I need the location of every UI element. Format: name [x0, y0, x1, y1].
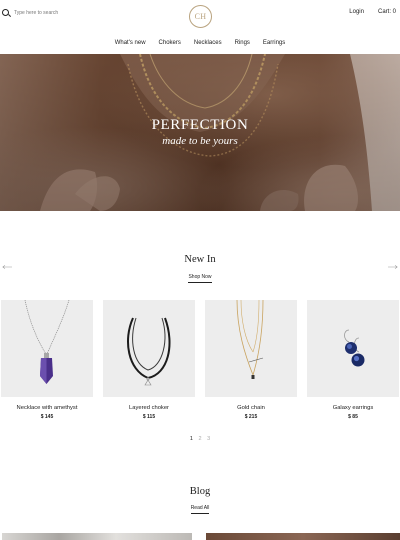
- login-link[interactable]: Login: [349, 9, 364, 15]
- nav-item-necklaces[interactable]: Necklaces: [194, 40, 222, 48]
- product-card[interactable]: Gold chain $ 215: [205, 300, 297, 420]
- search-input[interactable]: [14, 9, 94, 16]
- nav-item-chokers[interactable]: Chokers: [159, 40, 181, 48]
- page-3[interactable]: 3: [207, 436, 210, 442]
- layered-choker-image[interactable]: [103, 300, 195, 397]
- nav-item-rings[interactable]: Rings: [235, 40, 250, 48]
- nav-item-whats-new[interactable]: What's new: [115, 40, 146, 48]
- page-2[interactable]: 2: [198, 436, 201, 442]
- search-bar[interactable]: [2, 9, 94, 16]
- product-name[interactable]: Galaxy earrings: [307, 405, 399, 411]
- product-price: $ 85: [348, 414, 358, 420]
- nav-item-earrings[interactable]: Earrings: [263, 40, 285, 48]
- blog-post-image[interactable]: [2, 533, 192, 540]
- header: CH Login Cart: 0: [0, 0, 400, 34]
- read-all-label[interactable]: Read All: [190, 505, 210, 514]
- new-in-title: New In: [184, 254, 216, 265]
- product-price: $ 215: [244, 414, 258, 420]
- hero-subtitle: made to be yours: [162, 135, 238, 147]
- main-nav: What's new Chokers Necklaces Rings Earri…: [0, 40, 400, 48]
- galaxy-earrings-image[interactable]: [307, 300, 399, 397]
- logo[interactable]: CH: [189, 5, 212, 28]
- hero-title: PERFECTION: [151, 117, 249, 133]
- account-links: Login Cart: 0: [349, 9, 396, 15]
- shop-now-label[interactable]: Shop Now: [188, 274, 212, 283]
- amethyst-necklace-image[interactable]: [1, 300, 93, 397]
- read-all-link[interactable]: Read All: [0, 505, 400, 514]
- product-name[interactable]: Necklace with amethyst: [1, 405, 93, 411]
- page-1[interactable]: 1: [190, 436, 193, 442]
- gold-chain-image[interactable]: [205, 300, 297, 397]
- pagination: 1 2 3: [0, 436, 400, 442]
- product-card[interactable]: Layered choker $ 115: [103, 300, 195, 420]
- product-name[interactable]: Gold chain: [205, 405, 297, 411]
- product-price: $ 115: [142, 414, 156, 420]
- product-price: $ 145: [40, 414, 54, 420]
- blog-post-image[interactable]: [206, 533, 400, 540]
- search-icon[interactable]: [2, 9, 9, 16]
- product-name[interactable]: Layered choker: [103, 405, 195, 411]
- product-card[interactable]: Necklace with amethyst $ 145: [1, 300, 93, 420]
- cart-link[interactable]: Cart: 0: [378, 9, 396, 15]
- arrow-right-icon[interactable]: [388, 265, 398, 269]
- blog-title: Blog: [189, 486, 211, 497]
- arrow-left-icon[interactable]: [2, 265, 12, 269]
- shop-now-link[interactable]: Shop Now: [0, 274, 400, 283]
- product-card[interactable]: Galaxy earrings $ 85: [307, 300, 399, 420]
